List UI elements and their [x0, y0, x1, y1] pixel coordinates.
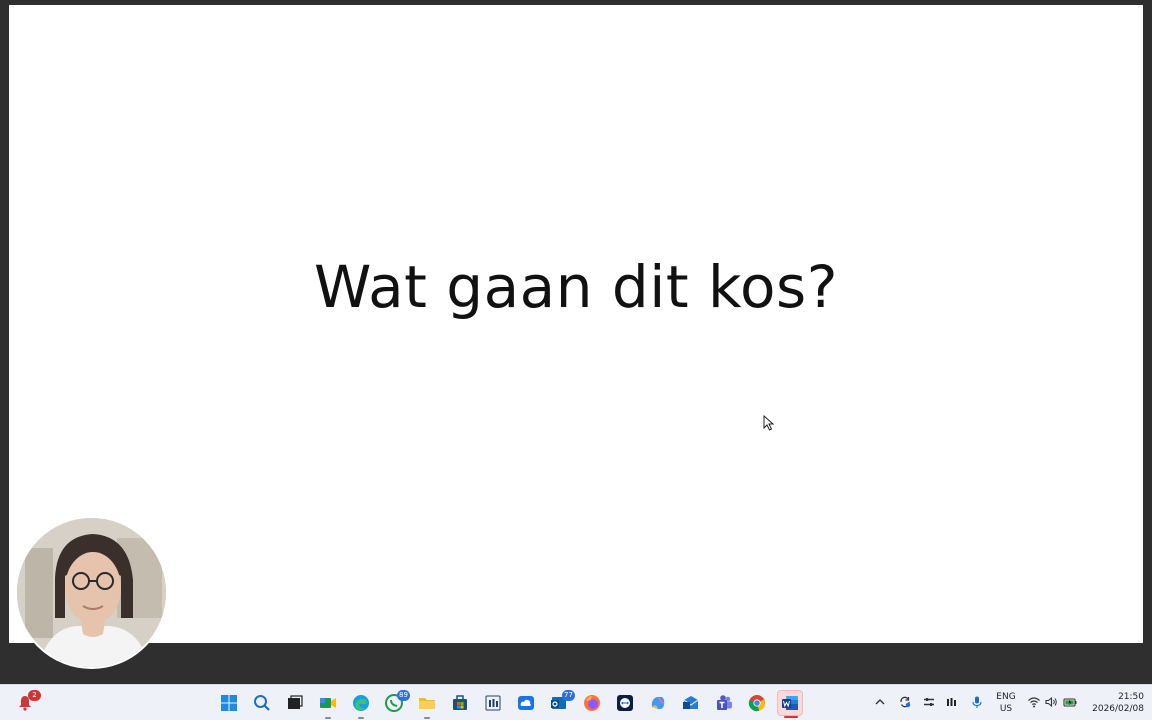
outlook-icon[interactable]: 77 [546, 690, 575, 716]
presentation-area: Wat gaan dit kos? [0, 0, 1152, 684]
word-icon[interactable] [777, 690, 803, 718]
language-code: ENG [996, 692, 1016, 702]
task-view-icon[interactable] [282, 690, 308, 716]
edge-icon[interactable] [348, 690, 374, 719]
microphone-icon[interactable] [968, 693, 986, 711]
running-indicator [424, 717, 430, 719]
meet-icon[interactable] [315, 690, 341, 719]
search-icon[interactable] [249, 690, 275, 716]
presenter-video [17, 518, 166, 667]
file-explorer-icon[interactable] [414, 690, 440, 719]
region-code: US [999, 704, 1013, 714]
battery-icon[interactable] [1061, 693, 1079, 711]
monitor-app-icon[interactable] [480, 690, 506, 716]
windows-start-icon[interactable] [216, 690, 242, 716]
running-indicator [784, 716, 798, 718]
outlook-badge: 77 [562, 690, 575, 701]
language-indicator[interactable]: ENG US [993, 691, 1019, 715]
cloud-icon[interactable] [513, 690, 539, 716]
system-clock[interactable]: 21:50 2026/02/08 [1084, 691, 1144, 715]
taskbar: 2 89 77 ENG US 21:50 2026/02/08 [0, 684, 1152, 720]
whatsapp-badge: 89 [397, 690, 410, 701]
monitor-tray-icon[interactable] [943, 693, 961, 711]
store-icon[interactable] [447, 690, 473, 716]
wifi-icon[interactable] [1025, 693, 1043, 711]
firefox-icon[interactable] [579, 690, 605, 716]
slide-title: Wat gaan dit kos? [313, 253, 839, 321]
copilot-icon[interactable] [645, 690, 671, 716]
mouse-cursor-icon [763, 415, 775, 431]
settings-toggle-icon[interactable] [920, 693, 938, 711]
clock-date: 2026/02/08 [1092, 704, 1144, 714]
sync-icon[interactable] [896, 693, 914, 711]
teamviewer-icon[interactable] [612, 690, 638, 716]
chrome-icon[interactable] [744, 690, 770, 716]
whatsapp-icon[interactable]: 89 [381, 690, 410, 716]
clock-time: 21:50 [1118, 692, 1144, 702]
outlook-new-icon[interactable] [678, 690, 704, 716]
running-indicator [325, 717, 331, 719]
webcam-overlay [15, 516, 168, 669]
running-indicator [358, 717, 364, 719]
chevron-up-icon[interactable] [871, 693, 889, 711]
slide[interactable]: Wat gaan dit kos? [9, 5, 1143, 643]
volume-icon[interactable] [1042, 693, 1060, 711]
notification-bell-icon[interactable]: 2 [12, 690, 41, 716]
notification-count-badge: 2 [28, 690, 41, 701]
teams-icon[interactable] [711, 690, 737, 716]
